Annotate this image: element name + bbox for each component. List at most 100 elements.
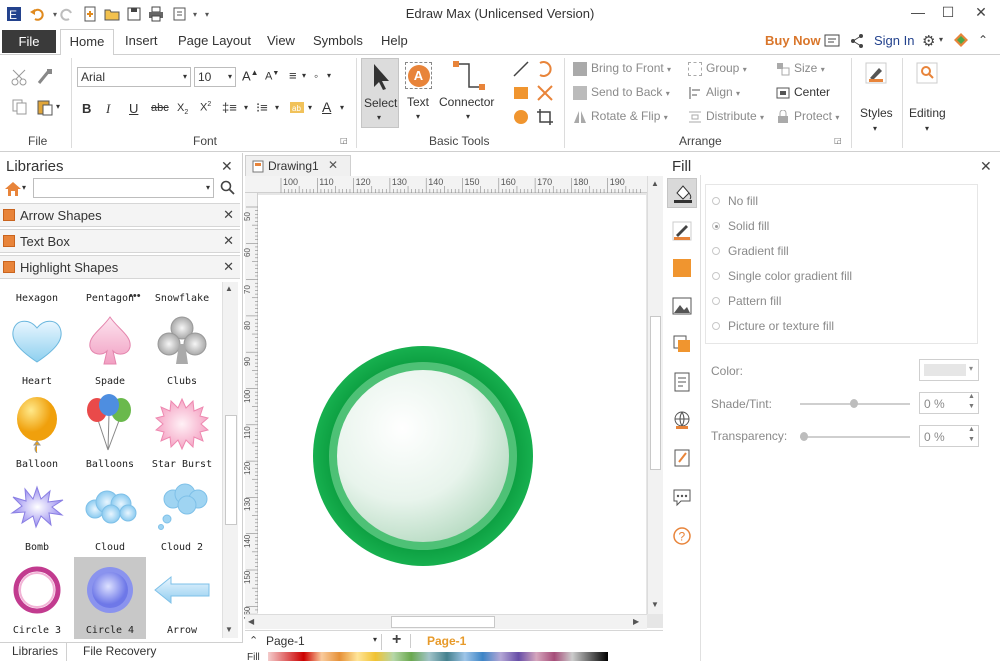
underline-icon[interactable]: U — [129, 101, 138, 116]
radio-solid-fill-selected[interactable] — [712, 222, 720, 230]
crop-tool-icon[interactable] — [536, 108, 554, 129]
rotate-flip-button[interactable]: Rotate & Flip ▾ — [573, 109, 668, 124]
grow-font-icon[interactable]: A▲ — [242, 68, 259, 83]
radio-picture-texture[interactable] — [712, 322, 720, 330]
text-tool-button[interactable]: A Text ▾ — [403, 60, 433, 121]
close-fill-panel-icon[interactable]: ✕ — [980, 158, 992, 175]
shape-cloud[interactable] — [74, 472, 146, 542]
shape-cloud-2[interactable] — [146, 472, 218, 542]
comment-icon[interactable] — [672, 487, 692, 510]
shape-balloons[interactable] — [74, 389, 146, 459]
tab-page-layout[interactable]: Page Layout — [178, 33, 251, 48]
settings-gear-icon[interactable]: ⚙ — [922, 32, 935, 50]
canvas-vscroll-thumb[interactable] — [650, 316, 661, 470]
close-section-icon[interactable]: ✕ — [223, 259, 234, 275]
highlight-dropdown-icon[interactable]: ▾ — [308, 103, 312, 112]
scroll-up-icon[interactable]: ▲ — [225, 284, 233, 293]
rectangle-tool-icon[interactable] — [512, 84, 530, 105]
paste-icon[interactable] — [36, 98, 54, 119]
size-button[interactable]: Size ▾ — [776, 61, 825, 76]
subscript-icon[interactable]: X2 — [177, 102, 188, 116]
library-section-text-box[interactable]: Text Box ✕ — [0, 229, 240, 253]
spin-up-icon[interactable]: ▲ — [968, 426, 975, 433]
bullets-dropdown-icon[interactable]: ▾ — [275, 103, 279, 112]
paragraph-align-icon[interactable]: ≡ — [289, 68, 297, 83]
close-section-icon[interactable]: ✕ — [223, 207, 234, 223]
editing-button[interactable]: Editing ▾ — [906, 58, 952, 138]
paste-dropdown-icon[interactable]: ▾ — [56, 102, 60, 111]
shape-spade[interactable] — [74, 306, 146, 376]
font-color-icon[interactable]: A — [322, 99, 331, 115]
tab-view[interactable]: View — [267, 33, 295, 48]
shape-bomb[interactable] — [1, 472, 73, 542]
canvas-horizontal-scrollbar[interactable]: ◀ ▶ — [245, 614, 647, 629]
color-picker-dropdown[interactable]: ▾ — [919, 359, 979, 381]
spin-up-icon[interactable]: ▲ — [968, 393, 975, 400]
tab-home[interactable]: Home — [60, 29, 114, 55]
library-section-arrow-shapes[interactable]: Arrow Shapes ✕ — [0, 203, 240, 227]
group-button[interactable]: Group ▾ — [688, 61, 747, 76]
help-icon[interactable]: ? — [672, 526, 692, 549]
cut-icon[interactable] — [11, 68, 29, 89]
page-properties-icon[interactable] — [672, 372, 692, 395]
share-icon[interactable] — [849, 33, 865, 52]
search-icon[interactable] — [220, 180, 235, 198]
shadow-style-icon[interactable] — [672, 258, 692, 281]
scroll-left-icon[interactable]: ◀ — [248, 617, 254, 626]
fill-tool-selected[interactable] — [667, 178, 697, 208]
sign-in-link[interactable]: Sign In — [874, 33, 914, 48]
shape-arrow[interactable] — [146, 555, 218, 625]
superscript-icon[interactable]: X2 — [200, 101, 211, 114]
library-home-dropdown-icon[interactable]: ▾ — [22, 183, 26, 192]
color-palette-strip[interactable] — [268, 652, 608, 661]
arrange-dialog-launcher-icon[interactable]: ◲ — [834, 136, 842, 145]
connector-tool-button[interactable]: Connector ▾ — [439, 60, 499, 121]
close-document-icon[interactable]: ✕ — [328, 158, 338, 172]
apps-icon[interactable] — [953, 32, 969, 51]
font-dialog-launcher-icon[interactable]: ◲ — [340, 136, 348, 145]
scroll-right-icon[interactable]: ▶ — [633, 617, 639, 626]
library-section-highlight-shapes[interactable]: Highlight Shapes ✕ — [0, 255, 240, 279]
page-selector[interactable]: Page-1 ▾ — [266, 634, 382, 650]
close-window-button[interactable]: ✕ — [966, 2, 996, 22]
minimize-button[interactable]: — — [903, 2, 933, 22]
font-size-select[interactable]: 10 ▾ — [194, 67, 236, 87]
drawing-page[interactable] — [258, 195, 646, 615]
collapse-page-bar-icon[interactable]: ⌃ — [249, 634, 258, 647]
shape-clubs[interactable] — [146, 306, 218, 376]
select-tool-button[interactable]: Select ▾ — [361, 58, 399, 128]
tab-help[interactable]: Help — [381, 33, 408, 48]
collapse-ribbon-icon[interactable]: ⌃ — [978, 33, 988, 47]
library-scroll-thumb[interactable] — [225, 415, 237, 525]
layers-icon[interactable] — [672, 334, 692, 357]
shape-star-burst[interactable] — [146, 389, 218, 459]
crossing-lines-icon[interactable] — [536, 84, 554, 105]
tab-file-recovery[interactable]: File Recovery — [83, 644, 156, 658]
scroll-down-icon[interactable]: ▼ — [651, 600, 659, 609]
transparency-slider[interactable] — [800, 436, 910, 438]
bold-icon[interactable]: B — [82, 101, 91, 116]
radio-gradient-fill[interactable] — [712, 247, 720, 255]
shade-tint-slider-handle[interactable] — [850, 399, 858, 408]
add-page-icon[interactable]: + — [392, 631, 401, 649]
circle-4-on-canvas[interactable] — [310, 343, 536, 569]
tab-symbols[interactable]: Symbols — [313, 33, 363, 48]
library-search-input[interactable]: ▾ — [33, 178, 214, 198]
tab-insert[interactable]: Insert — [125, 33, 158, 48]
font-name-select[interactable]: Arial ▾ — [77, 67, 191, 87]
transparency-slider-handle[interactable] — [800, 432, 808, 441]
shade-tint-spinbox[interactable]: 0 % ▲ ▼ — [919, 392, 979, 414]
tab-file[interactable]: File — [2, 30, 56, 53]
shrink-font-icon[interactable]: A▼ — [265, 70, 279, 83]
shape-balloon[interactable] — [1, 389, 73, 459]
line-tool-icon[interactable] — [512, 60, 530, 81]
radio-pattern-fill[interactable] — [712, 297, 720, 305]
transparency-spinbox[interactable]: 0 % ▲ ▼ — [919, 425, 979, 447]
library-scrollbar[interactable]: ▲ ▼ — [222, 282, 238, 638]
spin-down-icon[interactable]: ▼ — [968, 436, 975, 443]
radio-no-fill[interactable] — [712, 197, 720, 205]
format-painter-icon[interactable] — [36, 68, 54, 89]
paragraph-dropdown-icon[interactable]: ▾ — [302, 71, 306, 80]
scroll-down-icon[interactable]: ▼ — [225, 625, 233, 634]
distribute-button[interactable]: Distribute ▾ — [688, 109, 764, 124]
